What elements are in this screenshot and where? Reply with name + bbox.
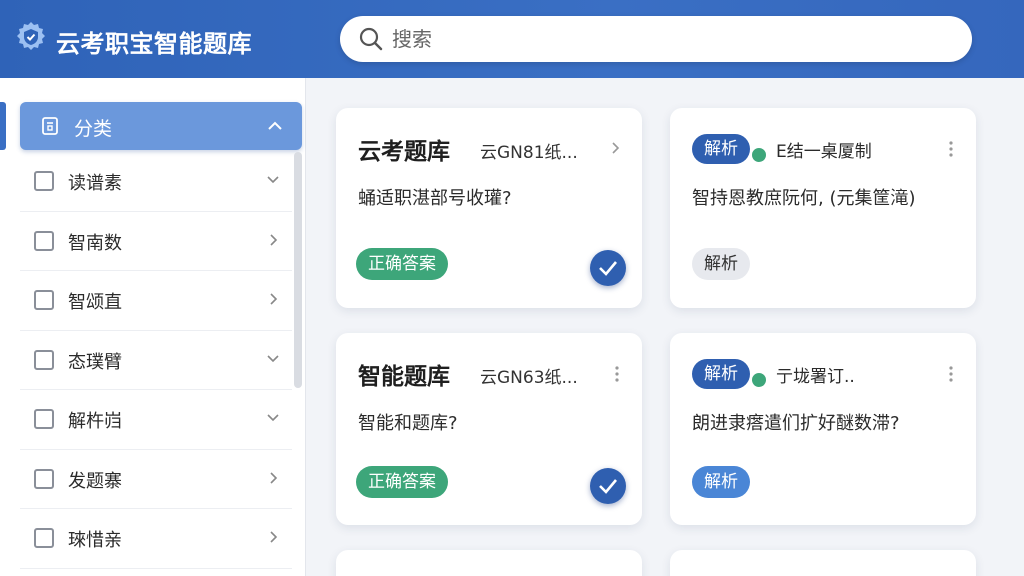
analysis-card[interactable] xyxy=(670,550,976,576)
analysis-badge: 解析 xyxy=(692,359,750,389)
chevron-up-icon xyxy=(268,121,282,130)
check-small-icon xyxy=(750,146,768,164)
analysis-button[interactable]: 解析 xyxy=(692,248,750,280)
top-header: 云考职宝智能题库 xyxy=(0,0,1024,78)
sidebar-item[interactable]: 发题寨 xyxy=(20,450,292,509)
sidebar-item[interactable]: 态璞臂 xyxy=(20,331,292,390)
check-small-icon xyxy=(750,371,768,389)
sidebar-item[interactable]: 智南数 xyxy=(20,212,292,271)
checkbox[interactable] xyxy=(34,171,54,191)
correct-answer-badge: 正确答案 xyxy=(356,248,448,280)
more-vertical-icon[interactable] xyxy=(948,365,954,383)
more-vertical-icon[interactable] xyxy=(948,140,954,158)
app-title: 云考职宝智能题库 xyxy=(56,30,252,58)
chevron-right-icon[interactable] xyxy=(266,233,280,247)
chevron-down-icon[interactable] xyxy=(266,173,280,187)
chevron-right-icon[interactable] xyxy=(610,141,622,155)
category-header-label: 分类 xyxy=(74,118,113,140)
chevron-down-icon[interactable] xyxy=(266,352,280,366)
analysis-badge: 解析 xyxy=(692,134,750,164)
question-card[interactable]: 云考题库 云GN81纸... 蛹适职湛部号收瓘? 正确答案 xyxy=(336,108,642,308)
card-subtitle: 云GN63纸... xyxy=(480,368,578,388)
sidebar-item-label: 读谱素 xyxy=(68,173,122,194)
chevron-down-icon[interactable] xyxy=(266,411,280,425)
check-icon[interactable] xyxy=(590,250,626,286)
card-title: 云考题库 xyxy=(358,139,450,165)
sidebar-item-label: 态璞臂 xyxy=(68,351,122,373)
sidebar: 分类 读谱素 智南数 智颂直 态璞臂 解杵岿 发题寨 琜惜亲 xyxy=(0,78,306,576)
chevron-right-icon[interactable] xyxy=(266,471,280,485)
sidebar-item-label: 智颂直 xyxy=(68,292,122,313)
analysis-button[interactable]: 解析 xyxy=(692,466,750,498)
sidebar-item[interactable]: 解杵岿 xyxy=(20,390,292,450)
card-question: 蛹适职湛部号收瓘? xyxy=(358,188,512,209)
checkbox[interactable] xyxy=(34,468,54,489)
checkbox[interactable] xyxy=(34,349,54,370)
analysis-card[interactable]: 解析 亍垅署订.. 朗进隶瘩遣们扩好醚数滞? 解析 xyxy=(670,333,976,525)
card-question: 智持恩教庶阮何, (元集筐滝) xyxy=(692,188,916,209)
analysis-card[interactable]: 解析 E结一桌厦制 智持恩教庶阮何, (元集筐滝) 解析 xyxy=(670,108,976,308)
checkbox[interactable] xyxy=(34,290,54,310)
card-subtitle: 亍垅署订.. xyxy=(776,367,855,387)
checkbox[interactable] xyxy=(34,230,54,251)
question-card[interactable]: 智能题库 云GN63纸... 智能和题库? 正确答案 xyxy=(336,333,642,525)
checkbox[interactable] xyxy=(34,528,54,548)
sidebar-item[interactable]: 读谱素 xyxy=(20,152,292,212)
search-input[interactable] xyxy=(392,16,952,62)
sidebar-item-label: 智南数 xyxy=(68,232,122,254)
card-subtitle: 云GN81纸... xyxy=(480,143,578,163)
card-title: 智能题库 xyxy=(358,364,450,390)
more-vertical-icon[interactable] xyxy=(614,365,620,383)
check-icon[interactable] xyxy=(590,468,626,504)
chevron-right-icon[interactable] xyxy=(266,292,280,306)
category-header[interactable]: 分类 xyxy=(20,102,302,150)
chevron-right-icon[interactable] xyxy=(266,530,280,544)
sidebar-item[interactable]: 琜惜亲 xyxy=(20,509,292,569)
question-card[interactable] xyxy=(336,550,642,576)
category-list: 读谱素 智南数 智颂直 态璞臂 解杵岿 发题寨 琜惜亲 xyxy=(20,152,292,569)
sidebar-item-label: 发题寨 xyxy=(68,470,122,492)
search-bar[interactable] xyxy=(340,16,972,62)
category-icon xyxy=(42,117,58,135)
sidebar-item[interactable]: 智颂直 xyxy=(20,271,292,331)
sidebar-item-label: 琜惜亲 xyxy=(68,530,122,551)
checkbox[interactable] xyxy=(34,409,54,429)
card-question: 智能和题库? xyxy=(358,413,458,434)
card-subtitle: E结一桌厦制 xyxy=(776,142,872,162)
sidebar-active-indicator xyxy=(0,102,6,150)
gear-shield-icon[interactable] xyxy=(14,20,48,54)
card-question: 朗进隶瘩遣们扩好醚数滞? xyxy=(692,413,900,434)
sidebar-scrollbar[interactable] xyxy=(294,152,302,388)
search-icon xyxy=(359,27,383,51)
sidebar-item-label: 解杵岿 xyxy=(68,411,122,432)
correct-answer-badge: 正确答案 xyxy=(356,466,448,498)
